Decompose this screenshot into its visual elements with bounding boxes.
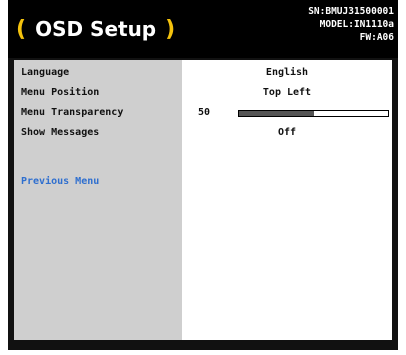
menu-item-language[interactable]: Language (21, 67, 69, 78)
device-info: SN:BMUJ31500001 MODEL:IN1110a FW:A06 (308, 5, 394, 44)
model-number: MODEL:IN1110a (319, 19, 394, 30)
osd-title: ( OSD Setup ) (16, 12, 175, 46)
transparency-value: 50 (198, 107, 211, 118)
firmware-version: FW:A06 (359, 32, 394, 43)
title-paren-right: ) (165, 16, 176, 42)
transparency-slider-fill (239, 111, 314, 116)
menu-value-panel: English Top Left 50 Off (182, 60, 392, 340)
menu-item-show-messages[interactable]: Show Messages (21, 127, 99, 138)
osd-window: ( OSD Setup ) SN:BMUJ31500001 MODEL:IN11… (8, 0, 398, 350)
osd-header: ( OSD Setup ) SN:BMUJ31500001 MODEL:IN11… (8, 0, 398, 58)
previous-menu-link[interactable]: Previous Menu (21, 176, 99, 187)
transparency-slider[interactable] (238, 110, 389, 117)
menu-item-menu-position[interactable]: Menu Position (21, 87, 99, 98)
language-value[interactable]: English (182, 67, 392, 78)
menu-position-value[interactable]: Top Left (182, 87, 392, 98)
title-paren-left: ( (16, 16, 27, 42)
serial-number: SN:BMUJ31500001 (308, 6, 394, 17)
menu-label-panel: Language Menu Position Menu Transparency… (14, 60, 182, 340)
show-messages-value[interactable]: Off (182, 127, 392, 138)
page-title: OSD Setup (35, 17, 157, 41)
menu-item-menu-transparency[interactable]: Menu Transparency (21, 107, 123, 118)
